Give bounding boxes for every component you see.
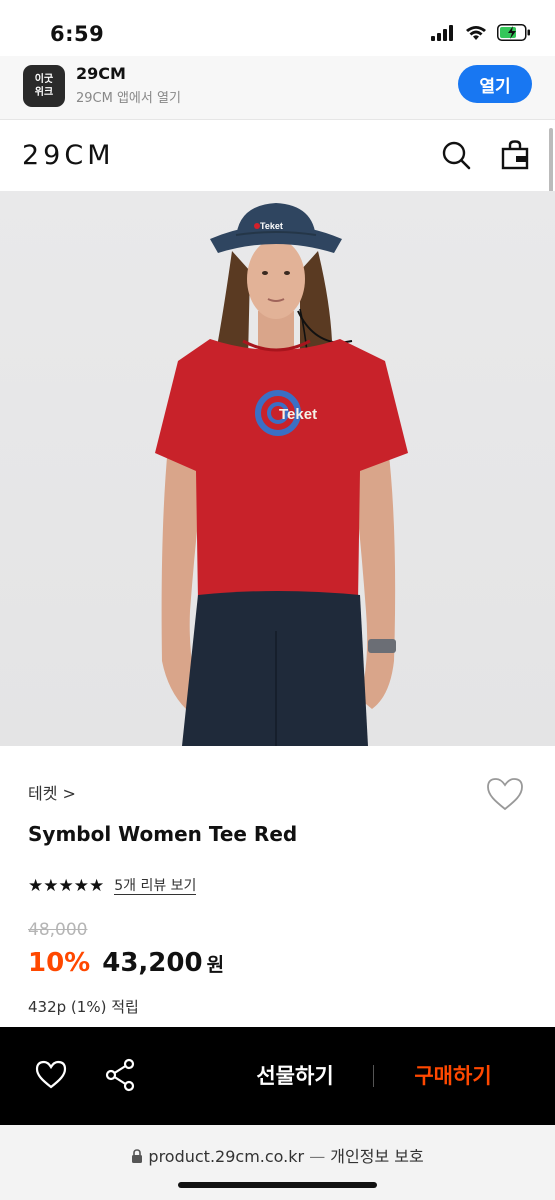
share-icon[interactable] [103, 1058, 137, 1092]
app-name: 29CM [76, 64, 126, 83]
brand-link[interactable]: 테켓 > [28, 780, 76, 804]
site-logo[interactable]: 29CM [22, 140, 115, 171]
app-icon-line1: 이굿 [34, 74, 54, 85]
app-icon-line2: 위크 [34, 87, 54, 98]
url-separator: — [309, 1147, 326, 1166]
status-icons [431, 24, 531, 41]
heart-icon[interactable] [34, 1059, 68, 1091]
app-icon: 이굿 위크 [23, 65, 65, 107]
price-row: 10% 43,200 원 [28, 948, 224, 978]
wifi-icon [466, 25, 486, 40]
purchase-bar: 선물하기 구매하기 [0, 1027, 555, 1125]
heart-icon[interactable] [485, 775, 525, 813]
cellular-signal-icon [431, 24, 453, 41]
hat-logo-text: Teket [260, 221, 283, 231]
privacy-label: 개인정보 보호 [330, 1147, 424, 1166]
gift-button[interactable]: 선물하기 [230, 1057, 360, 1093]
status-time: 6:59 [50, 22, 105, 46]
site-header: 29CM [0, 121, 555, 191]
status-bar: 6:59 [0, 0, 555, 56]
shirt-logo-text: Teket [279, 406, 317, 423]
reward-points: 432p (1%) 적립 [28, 998, 139, 1016]
rating-row: ★★★★★ 5개 리뷰 보기 [28, 876, 197, 896]
app-open-banner[interactable]: 이굿 위크 29CM 29CM 앱에서 열기 열기 [0, 56, 555, 120]
buy-button[interactable]: 구매하기 [390, 1057, 516, 1093]
currency-unit: 원 [206, 954, 225, 976]
sale-price: 43,200 [102, 948, 203, 978]
model-photo: Teket Teket [155, 203, 408, 746]
url-display[interactable]: product.29cm.co.kr — 개인정보 보호 [0, 1143, 555, 1167]
product-image[interactable]: Teket Teket [0, 191, 555, 746]
product-title: Symbol Women Tee Red [28, 822, 298, 846]
shopping-bag-icon[interactable] [499, 139, 531, 171]
app-subtitle: 29CM 앱에서 열기 [76, 91, 181, 106]
discount-rate: 10% [28, 948, 91, 978]
original-price: 48,000 [28, 920, 88, 940]
rating-stars: ★★★★★ [28, 876, 105, 896]
url-text: product.29cm.co.kr [148, 1147, 305, 1166]
review-link[interactable]: 5개 리뷰 보기 [114, 878, 197, 895]
battery-charging-icon [497, 24, 530, 41]
lock-icon [132, 1149, 143, 1163]
open-app-button[interactable]: 열기 [458, 65, 532, 103]
button-divider [373, 1065, 374, 1087]
home-indicator[interactable] [178, 1182, 377, 1188]
browser-url-bar[interactable]: product.29cm.co.kr — 개인정보 보호 [0, 1125, 555, 1200]
search-icon[interactable] [440, 139, 472, 171]
